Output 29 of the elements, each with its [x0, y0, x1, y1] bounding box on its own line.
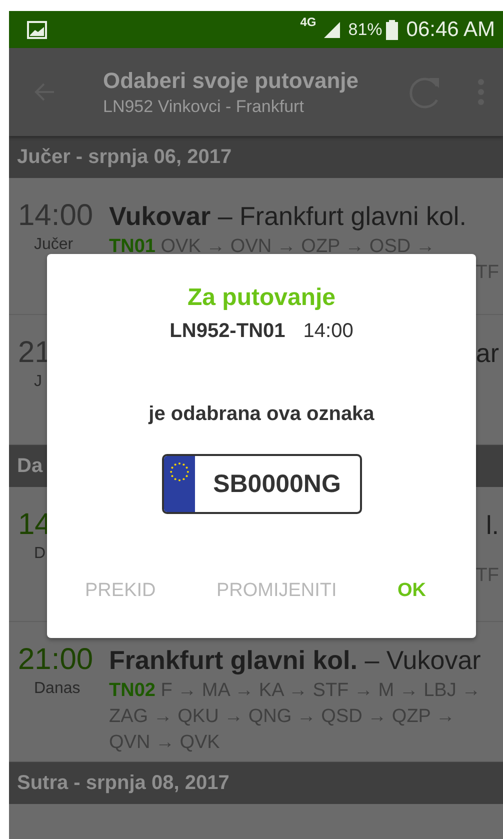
- network-type: 4G: [300, 15, 316, 29]
- departure-day: D: [9, 545, 46, 563]
- departure-day: Danas: [9, 680, 80, 698]
- trip-code: LN952-TN01: [170, 320, 286, 343]
- trip-route-title: Vukovar – Frankfurt glavni kol.: [109, 200, 468, 232]
- screen-subtitle: LN952 Vinkovci - Frankfurt: [103, 96, 305, 116]
- dialog-button[interactable]: PREKID: [79, 574, 162, 608]
- trip-route-title: Frankfurt glavni kol. – Vukovar: [109, 644, 482, 676]
- clock: 06:46 AM: [406, 18, 495, 42]
- departure-day: J: [9, 373, 42, 391]
- trip-time: 14:00: [303, 320, 354, 343]
- signal-icon: [322, 20, 342, 38]
- departure-day: Jučer: [9, 236, 74, 254]
- trip-route-title: l.: [486, 509, 499, 541]
- date-header: Jučer - srpnja 06, 2017: [9, 136, 503, 178]
- screen-title: Odaberi svoje putovanje: [103, 68, 360, 94]
- trip-route-title: ar: [476, 337, 499, 369]
- image-icon: [27, 20, 47, 38]
- dialog-title: Za putovanje: [187, 284, 336, 312]
- eu-flag-icon: [164, 456, 194, 512]
- dialog-button[interactable]: PROMIJENITI: [210, 574, 343, 608]
- departure-time: 14:00: [17, 200, 94, 232]
- battery-icon: [386, 20, 398, 40]
- dialog-button[interactable]: OK: [392, 574, 432, 608]
- departure-time: 21:00: [17, 644, 94, 676]
- battery-percent: 81%: [348, 20, 382, 40]
- date-header: Sutra - srpnja 08, 2017: [9, 762, 503, 804]
- dialog-message: je odabrana ova oznaka: [148, 403, 374, 426]
- departure-time: 21: [17, 337, 52, 369]
